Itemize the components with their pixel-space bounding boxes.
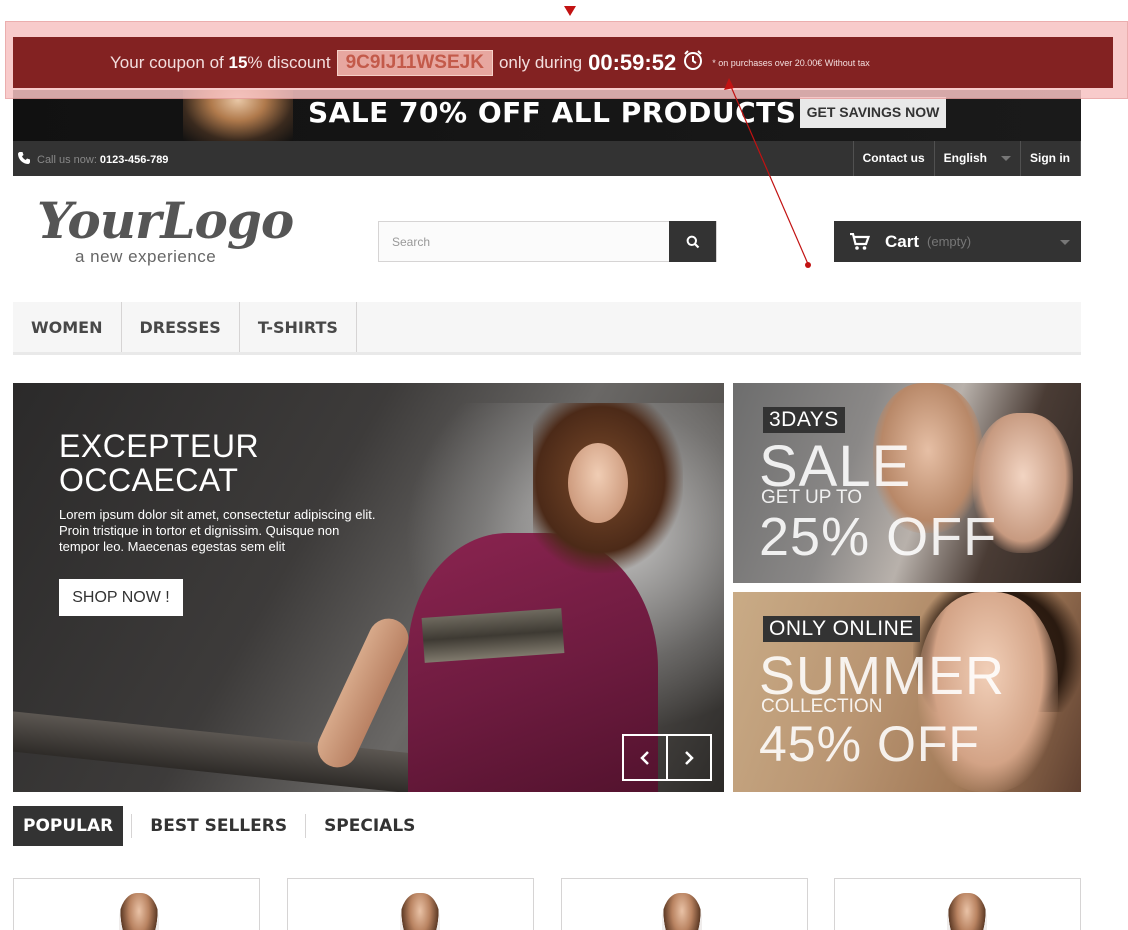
- tab-specials[interactable]: SPECIALS: [314, 806, 425, 846]
- product-tabs: POPULAR BEST SELLERS SPECIALS: [13, 806, 425, 846]
- call-us: Call us now: 0123-456-789: [17, 151, 168, 168]
- chevron-down-icon: [1060, 240, 1070, 245]
- cart-status: (empty): [927, 234, 972, 249]
- slider-prev-button[interactable]: [622, 734, 668, 781]
- sign-in-link[interactable]: Sign in: [1020, 141, 1081, 176]
- tab-divider: [131, 814, 133, 838]
- marker-triangle-icon: [564, 6, 576, 16]
- coupon-bar: Your coupon of 15% discount 9C9IJ11WSEJK…: [13, 37, 1113, 88]
- logo-tagline: a new experience: [75, 247, 217, 266]
- top-nav: Call us now: 0123-456-789 Contact us Eng…: [13, 141, 1081, 176]
- coupon-percent: 15: [228, 52, 248, 72]
- logo-script: YourLogo: [37, 191, 294, 250]
- coupon-timer: 00:59:52: [588, 49, 677, 75]
- phone-number[interactable]: 0123-456-789: [100, 154, 169, 166]
- slider-next-button[interactable]: [666, 734, 712, 781]
- product-card[interactable]: [13, 878, 260, 930]
- search-input[interactable]: [379, 222, 671, 261]
- tab-popular[interactable]: POPULAR: [13, 806, 124, 846]
- product-image: [400, 893, 440, 930]
- product-card[interactable]: [561, 878, 808, 930]
- coupon-prefix: Your coupon of: [110, 52, 224, 72]
- cart-label: Cart: [885, 231, 920, 251]
- banner-discount: 45% OFF: [759, 716, 980, 772]
- tab-divider: [305, 814, 307, 838]
- menu-item-women[interactable]: WOMEN: [13, 302, 122, 352]
- cart-icon: [850, 232, 871, 250]
- banner-tag: ONLY ONLINE: [763, 616, 920, 642]
- home-slider[interactable]: EXCEPTEUR OCCAECAT Lorem ipsum dolor sit…: [13, 383, 724, 792]
- banner-subline: GET UP TO: [761, 487, 863, 508]
- language-label: English: [943, 151, 987, 165]
- tab-best-sellers[interactable]: BEST SELLERS: [140, 806, 297, 846]
- banner-summer[interactable]: ONLY ONLINE SUMMER COLLECTION 45% OFF: [733, 592, 1081, 792]
- chevron-right-icon: [685, 750, 694, 765]
- banner-subline: COLLECTION: [761, 696, 883, 717]
- slide-title: EXCEPTEUR OCCAECAT: [59, 429, 259, 497]
- phone-icon: [17, 151, 31, 168]
- coupon-note: * on purchases over 20.00€ Without tax: [712, 57, 870, 68]
- cart-button[interactable]: Cart (empty): [834, 221, 1081, 262]
- get-savings-button[interactable]: GET SAVINGS NOW: [800, 97, 946, 128]
- call-us-label: Call us now:: [37, 153, 97, 166]
- banner-discount: 25% OFF: [759, 507, 998, 567]
- alarm-clock-icon: [682, 49, 704, 76]
- site-logo[interactable]: YourLogo a new experience: [37, 192, 297, 272]
- search-form: [378, 221, 717, 262]
- banner-tag: 3DAYS: [763, 407, 845, 433]
- coupon-suffix: % discount: [247, 52, 331, 72]
- promo-title: SALE 70% OFF ALL PRODUCTS: [308, 96, 797, 129]
- product-image: [119, 893, 159, 930]
- banner-sale[interactable]: 3DAYS SALE GET UP TO 25% OFF: [733, 383, 1081, 583]
- coupon-code[interactable]: 9C9IJ11WSEJK: [336, 49, 493, 76]
- slide-title-line1: EXCEPTEUR: [59, 428, 260, 464]
- search-button[interactable]: [669, 221, 716, 262]
- chevron-down-icon: [1001, 156, 1011, 161]
- slide-title-line2: OCCAECAT: [59, 462, 239, 498]
- language-select[interactable]: English: [933, 141, 1020, 176]
- chevron-left-icon: [640, 750, 649, 765]
- shop-now-button[interactable]: SHOP NOW !: [59, 579, 183, 616]
- product-card[interactable]: [287, 878, 534, 930]
- slide-model-face: [568, 443, 628, 523]
- menu-item-tshirts[interactable]: T-SHIRTS: [240, 302, 357, 352]
- product-card[interactable]: [834, 878, 1081, 930]
- coupon-during: only during: [498, 52, 583, 72]
- menu-item-dresses[interactable]: DRESSES: [122, 302, 240, 352]
- main-menu: WOMEN DRESSES T-SHIRTS: [13, 302, 1081, 355]
- product-image: [947, 893, 987, 930]
- contact-us-link[interactable]: Contact us: [852, 141, 934, 176]
- search-icon: [686, 235, 699, 248]
- slide-text: Lorem ipsum dolor sit amet, consectetur …: [59, 507, 376, 554]
- product-image: [662, 893, 702, 930]
